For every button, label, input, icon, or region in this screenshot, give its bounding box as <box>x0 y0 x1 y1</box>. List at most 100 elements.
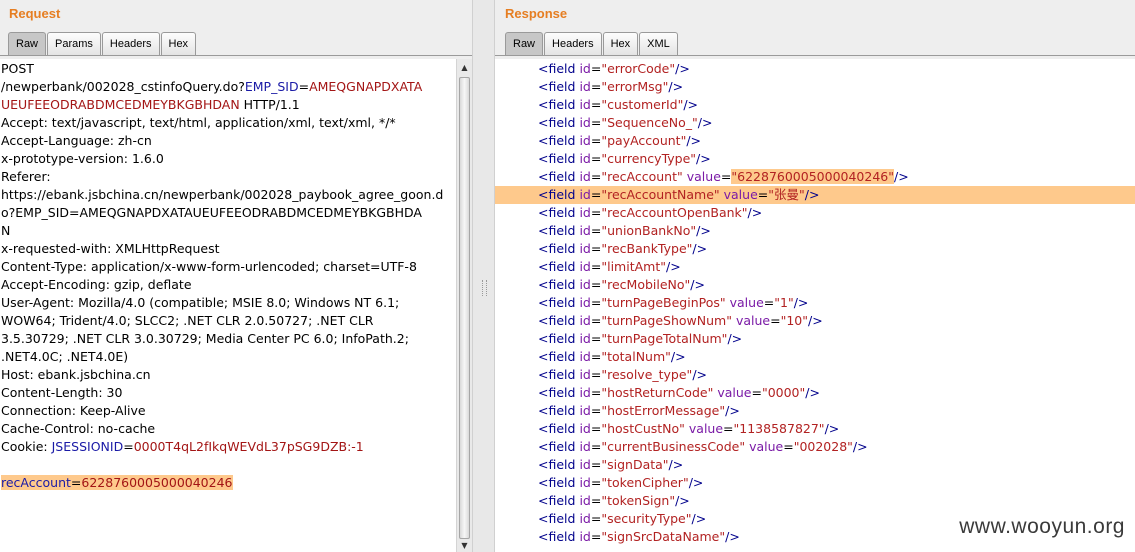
request-text: x-requested-with: XMLHttpRequest <box>1 241 220 256</box>
request-raw-editor[interactable]: POST/newperbank/002028_cstinfoQuery.do?E… <box>0 59 456 552</box>
response-line: <field id="recAccountOpenBank"/> <box>495 204 1135 222</box>
response-line: <field id="resolve_type"/> <box>495 366 1135 384</box>
tab-xml[interactable]: XML <box>639 32 678 55</box>
scroll-thumb[interactable] <box>459 77 470 539</box>
field-id: "SequenceNo_" <box>601 115 698 130</box>
xml-tag: field <box>548 349 576 364</box>
xml-eq: = <box>590 223 602 238</box>
xml-tag: < <box>538 493 549 508</box>
xml-attr: id <box>579 457 591 472</box>
xml-eq: = <box>590 97 602 112</box>
xml-eq: = <box>590 133 602 148</box>
request-text: N <box>1 223 11 238</box>
xml-tag: field <box>548 115 576 130</box>
response-raw-editor[interactable]: <field id="errorCode"/> <field id="errorM… <box>495 59 1135 552</box>
xml-attr: id <box>579 439 591 454</box>
tab-headers[interactable]: Headers <box>101 32 160 55</box>
xml-tag: < <box>538 277 549 292</box>
field-id: "hostReturnCode" <box>601 385 714 400</box>
xml-tag: /> <box>696 151 711 166</box>
request-text: 3.5.30729; .NET CLR 3.0.30729; Media Cen… <box>1 331 409 346</box>
request-line: Connection: Keep-Alive <box>0 402 456 420</box>
xml-eq: = <box>590 79 602 94</box>
request-line: /newperbank/002028_cstinfoQuery.do?EMP_S… <box>0 78 456 96</box>
xml-attr: id <box>579 151 591 166</box>
xml-eq: = <box>590 241 602 256</box>
request-text: o?EMP_SID=AMEQGNAPDXATAUEUFEEODRABDMCEDM… <box>1 205 422 220</box>
tab-headers[interactable]: Headers <box>544 32 602 55</box>
xml-tag: field <box>548 277 576 292</box>
xml-tag: /> <box>692 241 708 256</box>
xml-tag: field <box>548 529 576 544</box>
xml-tag: field <box>548 511 576 526</box>
field-id: "recAccountOpenBank" <box>601 205 748 220</box>
xml-tag: < <box>538 511 549 526</box>
response-line: <field id="currentBusinessCode" value="0… <box>495 438 1135 456</box>
xml-attr: value <box>729 295 764 310</box>
tab-raw[interactable]: Raw <box>505 32 544 56</box>
xml-eq: = <box>590 187 602 202</box>
xml-attr: id <box>579 79 591 94</box>
field-id: "currentBusinessCode" <box>601 439 746 454</box>
xml-tag: field <box>548 421 576 436</box>
scroll-down-arrow-icon[interactable]: ▼ <box>459 539 470 552</box>
watermark: www.wooyun.org <box>959 515 1125 538</box>
xml-attr: id <box>579 313 591 328</box>
request-text: 6228760005000040246 <box>81 475 233 490</box>
request-text: Host: ebank.jsbchina.cn <box>1 367 151 382</box>
xml-tag: /> <box>697 115 713 130</box>
xml-tag: /> <box>688 475 704 490</box>
xml-tag: < <box>538 133 549 148</box>
pane-splitter[interactable] <box>472 0 495 552</box>
xml-tag: field <box>548 223 576 238</box>
response-line: <field id="unionBankNo"/> <box>495 222 1135 240</box>
tab-hex[interactable]: Hex <box>602 32 639 55</box>
tab-params[interactable]: Params <box>47 32 101 55</box>
response-line: <field id="turnPageBeginPos" value="1"/> <box>495 294 1135 312</box>
response-line: <field id="recBankType"/> <box>495 240 1135 258</box>
response-line: <field id="recAccount" value="6228760005… <box>495 168 1135 186</box>
request-text: recAccount <box>1 475 71 490</box>
response-tab-bar: Raw Headers Hex XML <box>505 32 679 56</box>
xml-tag: field <box>548 313 576 328</box>
request-text: x-prototype-version: 1.6.0 <box>1 151 164 166</box>
field-id: "recBankType" <box>601 241 693 256</box>
tab-hex[interactable]: Hex <box>160 32 197 55</box>
request-text: 0000T4qL2fIkqWEVdL37pSG9DZB:-1 <box>133 439 364 454</box>
xml-eq: = <box>590 529 602 544</box>
field-id: "tokenCipher" <box>601 475 689 490</box>
request-scrollbar[interactable]: ▲ ▼ <box>456 59 472 552</box>
xml-tag: < <box>538 367 549 382</box>
xml-tag: field <box>548 241 576 256</box>
xml-eq: = <box>590 403 602 418</box>
xml-tag: field <box>548 205 576 220</box>
xml-attr: id <box>579 115 591 130</box>
request-text: WOW64; Trident/4.0; SLCC2; .NET CLR 2.0.… <box>1 313 374 328</box>
request-text: JSESSIONID <box>51 439 124 454</box>
xml-tag: < <box>538 151 549 166</box>
response-line: <field id="tokenSign"/> <box>495 492 1135 510</box>
field-value: "张曼" <box>768 187 805 202</box>
request-text: POST <box>1 61 34 76</box>
field-id: "resolve_type" <box>601 367 693 382</box>
xml-tag: < <box>538 313 549 328</box>
splitter-grip-icon[interactable] <box>482 280 487 296</box>
xml-tag: /> <box>805 385 820 400</box>
xml-eq: = <box>770 313 781 328</box>
xml-tag: < <box>538 439 549 454</box>
xml-tag: /> <box>793 295 809 310</box>
field-id: "tokenSign" <box>601 493 676 508</box>
scroll-up-arrow-icon[interactable]: ▲ <box>459 61 470 74</box>
xml-attr: id <box>579 169 591 184</box>
xml-eq: = <box>590 169 602 184</box>
request-text: AMEQGNAPDXATA <box>309 79 423 94</box>
xml-attr: id <box>579 331 591 346</box>
request-line: x-requested-with: XMLHttpRequest <box>0 240 456 258</box>
xml-eq: = <box>590 457 602 472</box>
xml-attr: id <box>579 493 591 508</box>
request-line: https://ebank.jsbchina.cn/newperbank/002… <box>0 186 456 204</box>
xml-tag: field <box>548 97 576 112</box>
xml-attr: id <box>579 187 591 202</box>
xml-attr: value <box>688 421 724 436</box>
tab-raw[interactable]: Raw <box>8 32 47 56</box>
